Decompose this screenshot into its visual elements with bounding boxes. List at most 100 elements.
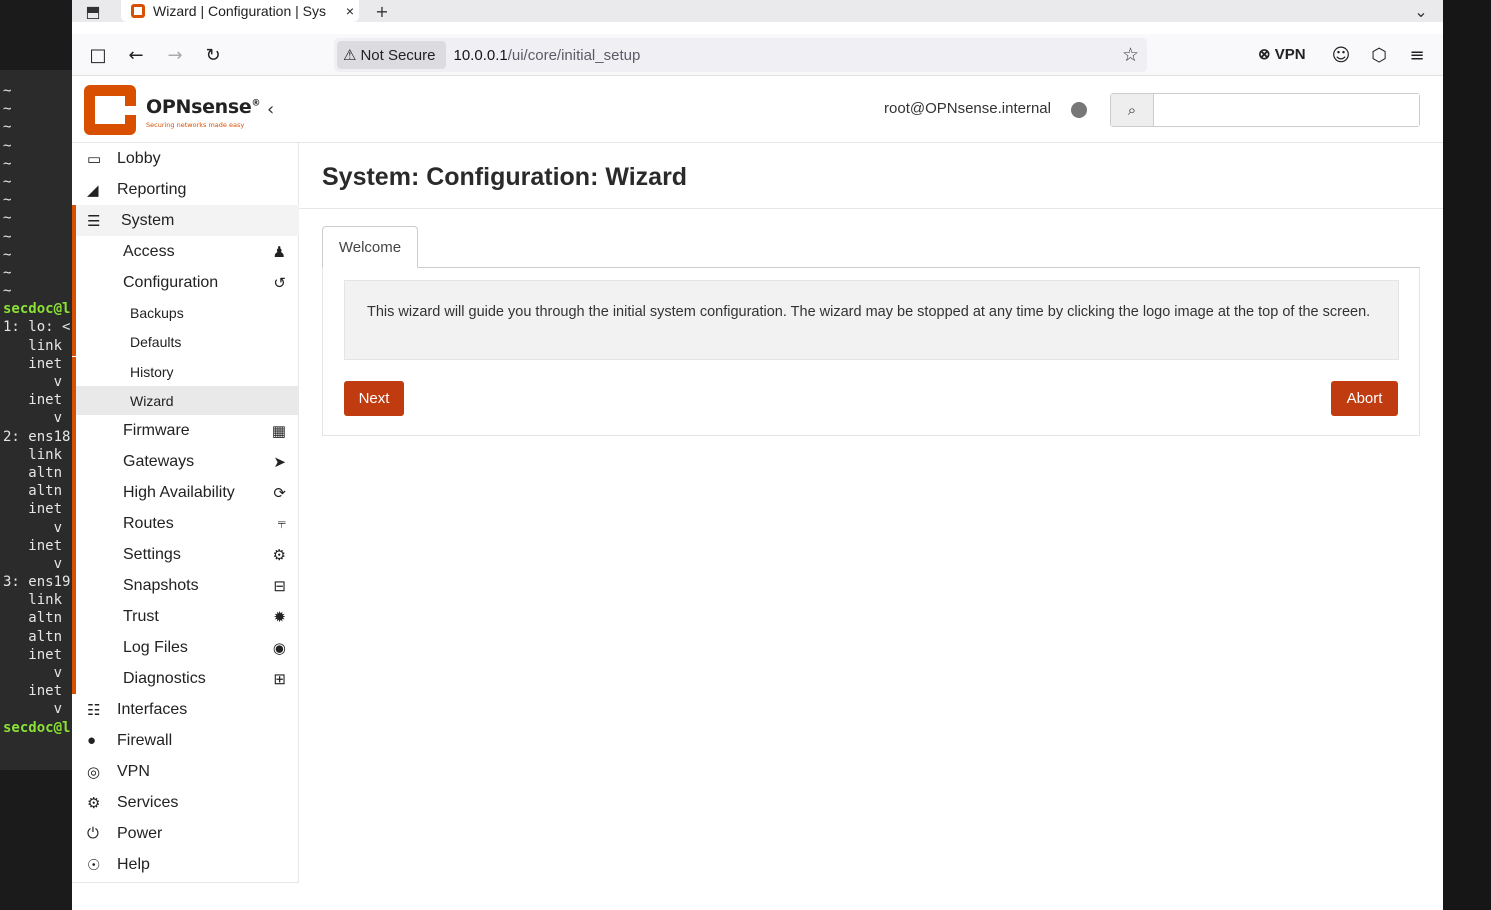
certificate-icon: ✹ <box>273 608 286 626</box>
sidebar-toggle-icon[interactable]: □ <box>85 42 111 68</box>
sidebar-item-label: Power <box>117 824 163 842</box>
browser-window: ⬒ Wizard | Configuration | Sys × + ⌄ □ ←… <box>72 0 1443 910</box>
tab-welcome[interactable]: Welcome <box>322 226 418 268</box>
location-arrow-icon: ➤ <box>273 453 286 471</box>
sidebar-item-defaults[interactable]: Defaults <box>72 327 299 356</box>
url-text[interactable]: 10.0.0.1/ui/core/initial_setup <box>454 47 641 64</box>
sidebar-item-history[interactable]: History <box>72 357 299 386</box>
cog-icon: ⚙ <box>87 794 101 812</box>
terminal-line: secdoc@l <box>3 719 71 736</box>
browser-tab[interactable]: Wizard | Configuration | Sys × <box>121 0 359 22</box>
reload-button[interactable]: ↻ <box>200 42 226 68</box>
sidebar-item-routes[interactable]: Routes ⫧ <box>72 508 299 539</box>
tab-list-icon[interactable]: ⬒ <box>79 0 107 22</box>
user-label[interactable]: root@OPNsense.internal <box>884 100 1051 117</box>
logo-mark-icon <box>84 85 136 135</box>
url-bar[interactable]: ⚠ Not Secure 10.0.0.1/ui/core/initial_se… <box>334 38 1147 72</box>
sidebar-item-label: Gateways <box>123 452 195 470</box>
forward-button[interactable]: → <box>162 42 188 68</box>
sidebar-item-trust[interactable]: Trust ✹ <box>72 601 299 632</box>
new-tab-button[interactable]: + <box>368 0 396 22</box>
not-secure-badge[interactable]: ⚠ Not Secure <box>337 41 446 69</box>
sidebar-item-log-files[interactable]: Log Files ◉ <box>72 632 299 663</box>
sidebar-item-firmware[interactable]: Firmware ▦ <box>72 415 299 446</box>
opnsense-logo[interactable]: OPNsense® Securing networks made easy <box>84 84 260 136</box>
account-icon[interactable]: ☺ <box>1328 42 1354 68</box>
sidebar-item-label: Interfaces <box>117 700 188 718</box>
vpn-label: VPN <box>1274 46 1306 63</box>
sidebar-item-diagnostics[interactable]: Diagnostics ⊞ <box>72 663 299 694</box>
sidebar-item-settings[interactable]: Settings ⚙ <box>72 539 299 570</box>
terminal-line: ~ <box>3 246 12 263</box>
sidebar-item-high-availability[interactable]: High Availability ⟳ <box>72 477 299 508</box>
sidebar-item-label: Configuration <box>123 273 219 291</box>
bookmark-star-icon[interactable]: ☆ <box>1122 44 1139 67</box>
sidebar-item-configuration[interactable]: Configuration ↺ <box>72 267 299 298</box>
extensions-icon[interactable]: ⬡ <box>1366 42 1392 68</box>
desktop-background <box>1443 0 1491 910</box>
sidebar-item-backups[interactable]: Backups <box>72 298 299 327</box>
terminal-line: ~ <box>3 228 12 245</box>
search-input[interactable] <box>1154 94 1419 126</box>
vpn-status[interactable]: ⊗ VPN <box>1258 45 1306 63</box>
life-ring-icon: ☉ <box>87 856 101 874</box>
abort-button[interactable]: Abort <box>1331 381 1398 416</box>
sidebar-item-services[interactable]: ⚙ Services <box>72 787 299 818</box>
menu-icon[interactable]: ≡ <box>1404 42 1430 68</box>
sidebar-item-label: Firewall <box>117 731 173 749</box>
search-icon[interactable]: ⌕ <box>1111 94 1154 126</box>
terminal-line: altn <box>3 610 63 627</box>
top-bar: OPNsense® Securing networks made easy ‹ … <box>72 77 1443 143</box>
sidebar-item-label: Access <box>123 242 175 260</box>
collapse-sidebar-icon[interactable]: ‹ <box>267 99 274 120</box>
medkit-icon: ⊞ <box>273 670 286 688</box>
sidebar-item-vpn[interactable]: ◎ VPN <box>72 756 299 787</box>
wizard-info-text: This wizard will guide you through the i… <box>344 280 1399 360</box>
opnsense-favicon-icon <box>131 4 145 18</box>
sidebar-item-interfaces[interactable]: ☷ Interfaces <box>72 694 299 725</box>
back-button[interactable]: ← <box>123 42 149 68</box>
terminal-line: altn <box>3 483 63 500</box>
sidebar-item-system[interactable]: ☰ System <box>72 205 299 236</box>
sidebar-item-access[interactable]: Access ♟ <box>72 236 299 267</box>
signpost-icon: ⫧ <box>277 515 286 532</box>
sidebar-item-firewall[interactable]: ● Firewall <box>72 725 299 756</box>
sitemap-icon: ☷ <box>87 701 101 719</box>
terminal-line: v <box>3 519 63 536</box>
sidebar-item-label: Defaults <box>130 333 182 350</box>
users-icon: ♟ <box>272 243 286 261</box>
server-icon: ☰ <box>87 212 101 230</box>
page-title: System: Configuration: Wizard <box>322 163 688 191</box>
sidebar-item-label: VPN <box>117 762 150 780</box>
terminal-line: 3: ens19 <box>3 574 71 591</box>
url-path: /ui/core/initial_setup <box>507 46 641 64</box>
sidebar-item-label: System <box>121 211 175 229</box>
tab-strip: ⬒ Wizard | Configuration | Sys × + ⌄ <box>72 0 1443 22</box>
terminal-line: ~ <box>3 192 12 209</box>
sidebar-item-wizard[interactable]: Wizard <box>72 386 299 415</box>
refresh-icon: ⟳ <box>273 484 286 502</box>
status-dot-icon[interactable] <box>1071 102 1087 118</box>
sidebar-item-label: Services <box>117 793 179 811</box>
fire-icon: ● <box>87 732 97 749</box>
next-button[interactable]: Next <box>344 381 404 416</box>
sidebar-item-label: Firmware <box>123 421 190 439</box>
sidebar-item-reporting[interactable]: ◢ Reporting <box>72 174 299 205</box>
chevron-down-icon[interactable]: ⌄ <box>1407 0 1435 22</box>
building-icon: ▦ <box>271 422 286 440</box>
sidebar-item-snapshots[interactable]: Snapshots ⊟ <box>72 570 299 601</box>
sidebar-item-label: Lobby <box>117 149 161 167</box>
sidebar-item-help[interactable]: ☉ Help <box>72 849 299 880</box>
sidebar-item-power[interactable]: ⏻ Power <box>72 818 299 849</box>
sidebar-item-lobby[interactable]: ▭ Lobby <box>72 143 299 174</box>
terminal-line: link <box>3 592 63 609</box>
logo-name-text: OPNsense <box>146 96 252 118</box>
logo-name: OPNsense® <box>146 96 260 118</box>
sidebar-item-gateways[interactable]: Gateways ➤ <box>72 446 299 477</box>
globe-icon: ◎ <box>87 763 101 781</box>
wizard-panel: This wizard will guide you through the i… <box>322 268 1420 436</box>
eye-icon: ◉ <box>272 639 286 657</box>
sidebar-item-label: Reporting <box>117 180 187 198</box>
close-tab-icon[interactable]: × <box>341 3 359 19</box>
sidebar-item-label: Diagnostics <box>123 669 206 687</box>
